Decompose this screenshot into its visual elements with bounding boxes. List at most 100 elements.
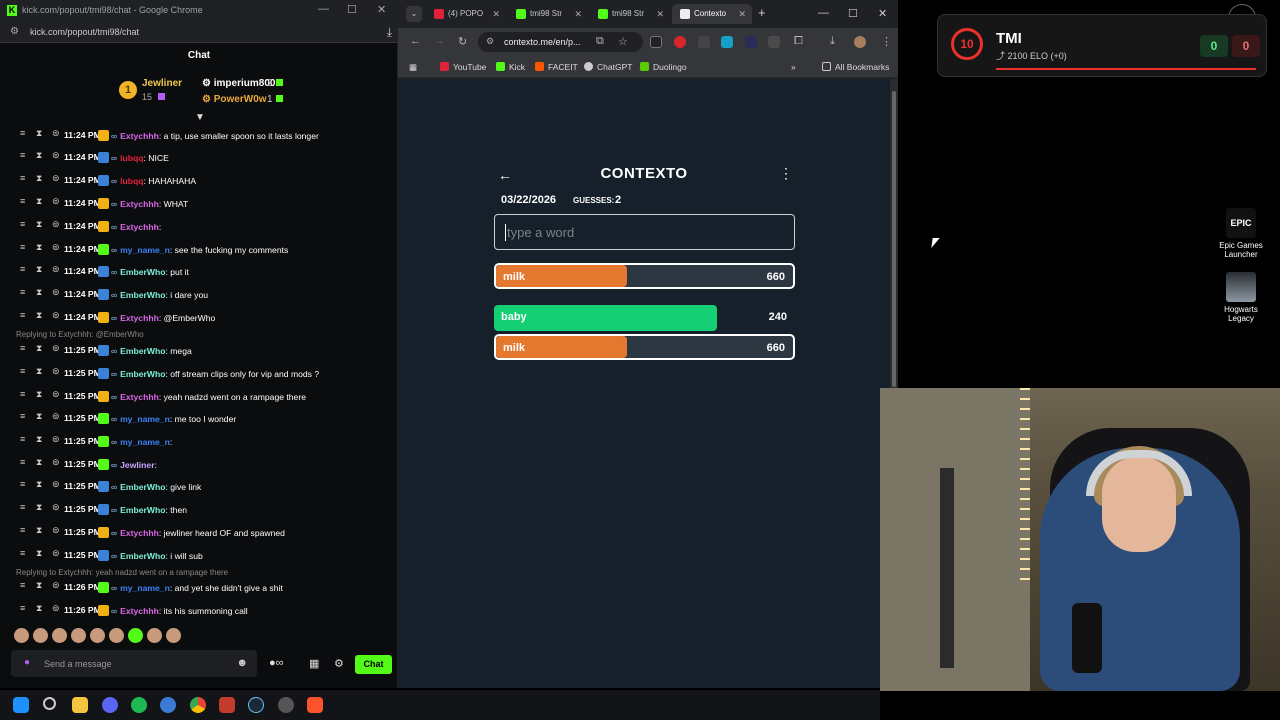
message-username[interactable]: lubqq (120, 153, 143, 163)
all-bookmarks[interactable]: All Bookmarks (822, 62, 889, 72)
timeout-icon[interactable]: ⧗ (36, 389, 42, 400)
pin-icon[interactable]: ≡ (20, 457, 25, 467)
message-username[interactable]: EmberWho (120, 551, 165, 561)
site-settings-icon[interactable]: ⚙ (10, 26, 19, 37)
timeout-icon[interactable]: ⧗ (36, 196, 42, 207)
message-username[interactable]: Extychhh (120, 528, 159, 538)
bookmark-star-icon[interactable]: ☆ (618, 35, 628, 48)
ban-icon[interactable]: ⊜ (52, 242, 60, 253)
chat-message[interactable]: ≡ ⧗ ⊜ 11:25 PM ∞ Extychhh: yeah nadzd went on… (16, 389, 392, 407)
ban-icon[interactable]: ⊜ (52, 580, 60, 591)
timeout-icon[interactable]: ⧗ (36, 457, 42, 468)
ban-icon[interactable]: ⊜ (52, 411, 60, 422)
spotify-icon[interactable] (131, 697, 147, 713)
extension-icon[interactable] (745, 36, 757, 48)
timeout-icon[interactable]: ⧗ (36, 287, 42, 298)
extension-icon[interactable] (768, 36, 780, 48)
chat-message-input[interactable]: ● Send a message ☻ (11, 650, 257, 677)
expand-arrow-icon[interactable]: ▼ (195, 112, 205, 123)
message-username[interactable]: Extychhh (120, 392, 159, 402)
pin-icon[interactable]: ≡ (20, 128, 25, 138)
bookmark-kick[interactable]: Kick (496, 62, 525, 72)
emote-icon[interactable] (14, 628, 29, 643)
chat-message[interactable]: ≡ ⧗ ⊜ 11:25 PM ∞ EmberWho: i will sub (16, 548, 392, 566)
message-username[interactable]: Extychhh (120, 313, 159, 323)
extension-icon[interactable] (698, 36, 710, 48)
tab-youtube[interactable]: (4) POPO ✕ (426, 4, 506, 24)
pin-icon[interactable]: ≡ (20, 366, 25, 376)
bookmark-youtube[interactable]: YouTube (440, 62, 486, 72)
microphone-icon[interactable]: ● (24, 657, 30, 668)
ban-icon[interactable]: ⊜ (52, 343, 60, 354)
timeout-icon[interactable]: ⧗ (36, 242, 42, 253)
back-icon[interactable]: ← (410, 35, 421, 47)
install-icon[interactable]: ⧉ (596, 35, 604, 48)
minimize-icon[interactable]: — (818, 7, 829, 19)
menu-icon[interactable]: ⋮ (881, 35, 892, 48)
ban-icon[interactable]: ⊜ (52, 525, 60, 536)
emote-icon[interactable] (33, 628, 48, 643)
options-menu-icon[interactable]: ⋮ (779, 165, 793, 182)
timeout-icon[interactable]: ⧗ (36, 343, 42, 354)
desktop-icon-hogwarts[interactable]: Hogwarts Legacy (1211, 272, 1271, 323)
emote-icon[interactable] (109, 628, 124, 643)
pin-icon[interactable]: ≡ (20, 603, 25, 613)
file-explorer-icon[interactable] (72, 697, 88, 713)
chat-message[interactable]: ≡ ⧗ ⊜ 11:25 PM ∞ my_name_n: me too I wonder (16, 411, 392, 429)
pin-icon[interactable]: ≡ (20, 242, 25, 252)
message-username[interactable]: Extychhh (120, 222, 159, 232)
timeout-icon[interactable]: ⧗ (36, 411, 42, 422)
ban-icon[interactable]: ⊜ (52, 150, 60, 161)
download-icon[interactable]: ⤓ (830, 35, 835, 48)
emote-icon[interactable] (147, 628, 162, 643)
ban-icon[interactable]: ⊜ (52, 310, 60, 321)
new-tab-icon[interactable]: + (758, 5, 766, 20)
emote-icon[interactable] (128, 628, 143, 643)
timeout-icon[interactable]: ⧗ (36, 580, 42, 591)
leader-second-name[interactable]: ⚙ imperium800 (202, 78, 275, 89)
chat-message[interactable]: ≡ ⧗ ⊜ 11:24 PM ∞ lubqq: HAHAHAHA (16, 173, 392, 191)
ban-icon[interactable]: ⊜ (52, 479, 60, 490)
pin-icon[interactable]: ≡ (20, 580, 25, 590)
ban-icon[interactable]: ⊜ (52, 366, 60, 377)
chat-message[interactable]: ≡ ⧗ ⊜ 11:24 PM ∞ EmberWho: i dare you (16, 287, 392, 305)
ban-icon[interactable]: ⊜ (52, 457, 60, 468)
emote-icon[interactable] (90, 628, 105, 643)
profile-avatar[interactable] (854, 36, 866, 48)
timeout-icon[interactable]: ⧗ (36, 434, 42, 445)
pin-icon[interactable]: ≡ (20, 287, 25, 297)
pin-icon[interactable]: ≡ (20, 173, 25, 183)
extensions-puzzle-icon[interactable]: ⧠ (794, 35, 803, 48)
forward-icon[interactable]: → (434, 35, 445, 47)
pin-icon[interactable]: ≡ (20, 548, 25, 558)
close-icon[interactable]: ✕ (377, 3, 386, 16)
emote-icon[interactable] (52, 628, 67, 643)
reply-context[interactable]: Replying to Extychhh: @EmberWho (16, 330, 144, 339)
pin-icon[interactable]: ≡ (20, 343, 25, 353)
steam-icon[interactable] (248, 697, 264, 713)
windows-start-icon[interactable] (13, 697, 29, 713)
bookmark-chatgpt[interactable]: ChatGPT (584, 62, 632, 72)
ban-icon[interactable]: ⊜ (52, 264, 60, 275)
bookmark-faceit[interactable]: FACEIT (535, 62, 578, 72)
close-tab-icon[interactable]: ✕ (656, 9, 664, 20)
back-arrow-icon[interactable]: ← (498, 167, 512, 183)
chat-message[interactable]: ≡ ⧗ ⊜ 11:25 PM ∞ EmberWho: off stream clips o… (16, 366, 392, 384)
chat-send-button[interactable]: Chat (355, 655, 392, 674)
reply-context[interactable]: Replying to Extychhh: yeah nadzd went on… (16, 568, 228, 577)
valorant-icon[interactable] (219, 697, 235, 713)
chat-message[interactable]: ≡ ⧗ ⊜ 11:25 PM ∞ Jewliner: (16, 457, 392, 475)
store-icon[interactable]: ▦ (309, 657, 319, 670)
emoji-icon[interactable]: ☻ (236, 657, 248, 669)
timeout-icon[interactable]: ⧗ (36, 128, 42, 139)
pin-icon[interactable]: ≡ (20, 264, 25, 274)
chat-message[interactable]: ≡ ⧗ ⊜ 11:24 PM ∞ Extychhh: (16, 219, 392, 237)
timeout-icon[interactable]: ⧗ (36, 502, 42, 513)
message-username[interactable]: my_name_n (120, 414, 170, 424)
pin-icon[interactable]: ≡ (20, 479, 25, 489)
pin-icon[interactable]: ≡ (20, 310, 25, 320)
chat-message[interactable]: ≡ ⧗ ⊜ 11:26 PM ∞ Extychhh: its his summoning … (16, 603, 392, 621)
close-tab-icon[interactable]: ✕ (738, 9, 746, 20)
emote-icon[interactable] (71, 628, 86, 643)
pin-icon[interactable]: ≡ (20, 434, 25, 444)
